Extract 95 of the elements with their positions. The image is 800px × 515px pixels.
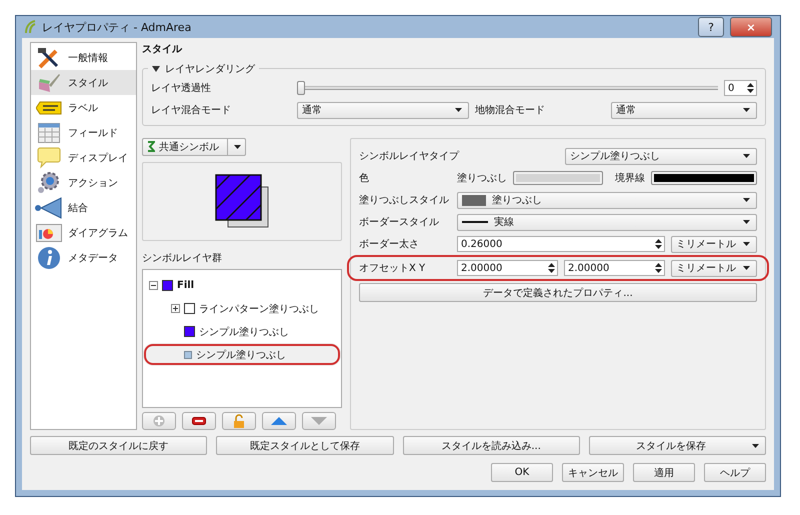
symbol-preview-drawing xyxy=(215,174,269,230)
dialog-button[interactable]: OK xyxy=(491,463,553,482)
tree-item-label: シンプル塗りつぶし xyxy=(196,348,286,362)
caret-icon xyxy=(743,242,750,246)
table-icon xyxy=(38,122,60,142)
solid-line-icon xyxy=(462,221,488,223)
dialog-button[interactable]: キャンセル xyxy=(562,463,624,482)
spin-box[interactable]: 2.00000 xyxy=(457,260,558,276)
sidebar-item[interactable]: 結合 xyxy=(31,195,136,220)
style-button[interactable]: スタイルを保存 xyxy=(588,436,766,455)
dialog-button[interactable]: ヘルプ xyxy=(704,463,766,482)
caret-icon xyxy=(455,108,462,112)
padlock-icon xyxy=(233,414,245,428)
up-triangle-icon xyxy=(271,417,287,425)
caret-icon xyxy=(743,108,750,112)
spin-box[interactable]: 2.00000 xyxy=(564,260,665,276)
dropdown[interactable]: 通常 xyxy=(611,102,757,118)
field-label: レイヤ混合モード xyxy=(151,104,232,117)
spin-arrows-icon[interactable] xyxy=(546,262,557,274)
help-button[interactable]: ? xyxy=(698,17,724,37)
sidebar-item[interactable]: アクション xyxy=(31,170,136,195)
spin-arrows-icon[interactable] xyxy=(653,238,664,250)
spin-box[interactable]: 0.26000 xyxy=(457,236,665,252)
tree-item-label: シンプル塗りつぶし xyxy=(199,326,289,339)
caret-icon xyxy=(234,144,241,149)
dropdown[interactable]: 通常 xyxy=(297,102,469,118)
style-button[interactable]: 既定スタイルとして保存 xyxy=(216,436,394,455)
renderer-dropdown[interactable]: 共通シンボル xyxy=(142,138,246,156)
expand-icon[interactable] xyxy=(171,304,180,314)
app-icon xyxy=(24,20,36,34)
dropdown[interactable]: 塗りつぶし xyxy=(457,192,757,208)
dropdown[interactable]: ミリメートル xyxy=(671,260,757,276)
collapse-icon[interactable] xyxy=(149,281,158,290)
caret-icon xyxy=(743,220,750,224)
field-label: 塗りつぶしスタイル xyxy=(359,194,450,207)
minus-icon xyxy=(192,417,206,425)
field-label: ボーダースタイル xyxy=(359,216,440,229)
style-button[interactable]: スタイルを読み込み... xyxy=(402,436,580,455)
renderer-icon xyxy=(147,141,155,152)
gear-icon xyxy=(37,172,61,194)
data-defined-button[interactable]: データで定義されたプロパティ... xyxy=(359,283,757,302)
dropdown[interactable]: 実線 xyxy=(457,214,757,230)
paintbrush-icon xyxy=(37,72,61,94)
tree-item[interactable]: ラインパターン塗りつぶし xyxy=(143,297,341,320)
field-label: 境界線 xyxy=(615,172,645,185)
tree-title: シンボルレイヤ群 xyxy=(142,252,223,266)
field-label: 色 xyxy=(359,172,370,185)
chart-icon xyxy=(36,224,62,242)
sidebar-item[interactable]: フィールド xyxy=(31,120,136,145)
sidebar-item[interactable]: メタデータ xyxy=(31,245,136,270)
info-icon xyxy=(37,246,61,270)
field-label: レイヤ透過性 xyxy=(151,82,212,95)
label-tag-icon xyxy=(36,100,62,114)
collapse-arrow-icon[interactable] xyxy=(152,64,160,72)
field-label: オフセットX Y xyxy=(359,262,426,275)
tree-item[interactable]: シンプル塗りつぶし xyxy=(143,320,341,344)
caret-icon xyxy=(743,266,750,270)
remove-layer-button[interactable] xyxy=(182,412,216,430)
field-label: ボーダー太さ xyxy=(359,238,420,251)
dropdown[interactable]: ミリメートル xyxy=(671,236,757,252)
dialog-button[interactable]: 適用 xyxy=(633,463,695,482)
field-label: 地物混合モード xyxy=(475,104,546,117)
field-label: シンボルレイヤタイプ xyxy=(359,150,460,163)
sidebar-item[interactable]: ラベル xyxy=(31,95,136,120)
color-button[interactable] xyxy=(651,171,757,185)
field-label: 塗りつぶし xyxy=(457,172,507,185)
down-triangle-icon xyxy=(311,417,327,425)
tree-item-label: Fill xyxy=(177,280,194,292)
tree-item-label: ラインパターン塗りつぶし xyxy=(199,302,319,316)
slider-thumb[interactable] xyxy=(297,81,305,95)
join-arrow-icon xyxy=(35,196,63,218)
fill-style-swatch xyxy=(462,194,486,206)
caret-icon xyxy=(752,444,759,448)
move-up-button[interactable] xyxy=(262,412,296,430)
dropdown[interactable]: シンプル塗りつぶし xyxy=(565,148,757,164)
sidebar-item[interactable]: スタイル xyxy=(31,70,136,95)
spin-arrows-icon[interactable] xyxy=(745,82,756,94)
tree-item[interactable]: Fill xyxy=(143,274,341,298)
caret-icon xyxy=(743,154,750,158)
speech-bubble-icon xyxy=(37,146,61,168)
section-heading: スタイル xyxy=(142,43,184,56)
spin-arrows-icon[interactable] xyxy=(653,262,664,274)
tree-item[interactable]: シンプル塗りつぶし xyxy=(143,343,341,366)
plus-icon xyxy=(153,415,165,427)
sidebar-item[interactable]: 一般情報 xyxy=(31,45,136,70)
sidebar-item[interactable]: ダイアグラム xyxy=(31,220,136,245)
tools-icon xyxy=(37,46,61,68)
group-title: レイヤレンダリング xyxy=(165,62,255,76)
window-title: レイヤプロパティ - AdmArea xyxy=(42,20,192,34)
style-button[interactable]: 既定のスタイルに戻す xyxy=(30,436,208,455)
lock-button[interactable] xyxy=(222,412,256,430)
sidebar-item[interactable]: ディスプレイ xyxy=(31,145,136,170)
caret-icon xyxy=(743,198,750,202)
spin-box[interactable]: 0 xyxy=(724,80,757,96)
color-button[interactable] xyxy=(513,171,603,185)
